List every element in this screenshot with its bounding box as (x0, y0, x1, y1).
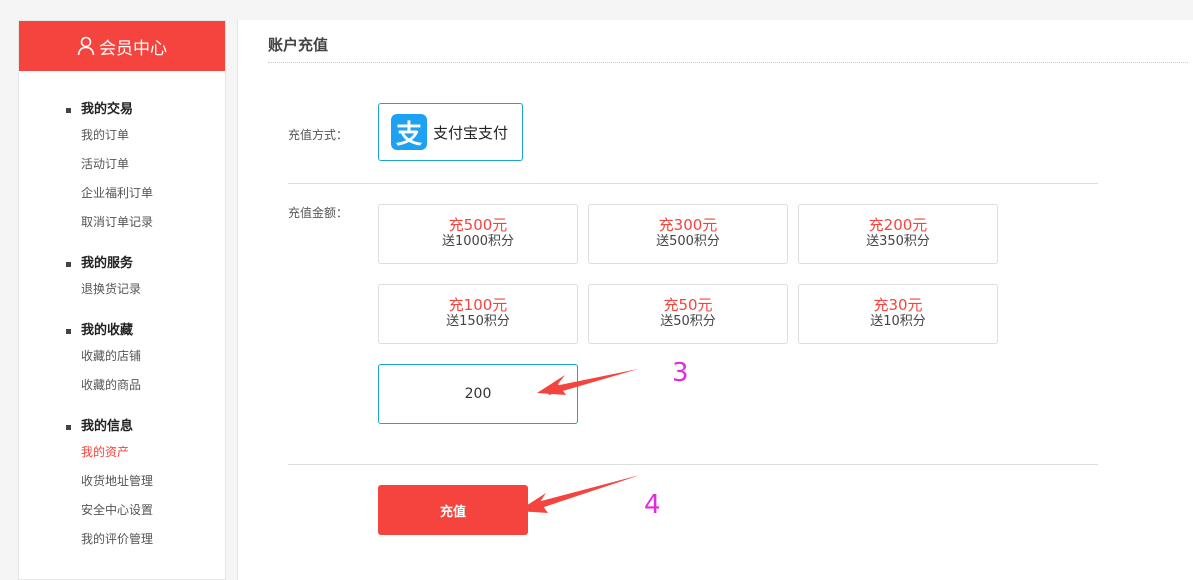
amount-value: 充200元 (868, 216, 928, 234)
user-icon (77, 36, 95, 56)
nav-group-service: 我的服务 退换货记录 (19, 253, 225, 304)
title-divider (268, 62, 1188, 63)
amount-option-500[interactable]: 充500元 送1000积分 (378, 204, 578, 264)
amount-value: 充500元 (448, 216, 508, 234)
nav-group-favorites: 我的收藏 收藏的店铺 收藏的商品 (19, 320, 225, 400)
section-divider (288, 183, 1098, 184)
nav-group-title: 我的服务 (19, 253, 225, 275)
amount-option-300[interactable]: 充300元 送500积分 (588, 204, 788, 264)
nav-group-label: 我的交易 (81, 102, 134, 117)
recharge-panel: 账户充值 充值方式： 支 支付宝支付 充值金额： 充500元 送1000积分 充… (237, 20, 1193, 580)
pay-method-label: 充值方式： (288, 128, 349, 142)
recharge-button[interactable]: 充值 (378, 485, 528, 535)
nav-group-label: 我的收藏 (81, 323, 134, 338)
amount-label: 充值金额： (288, 206, 349, 220)
square-bullet-icon (66, 108, 71, 113)
nav-group-trade: 我的交易 我的订单 活动订单 企业福利订单 取消订单记录 (19, 99, 225, 237)
sidebar-item-my-orders[interactable]: 我的订单 (19, 121, 225, 150)
alipay-option[interactable]: 支 支付宝支付 (378, 103, 523, 161)
amount-option-100[interactable]: 充100元 送150积分 (378, 284, 578, 344)
square-bullet-icon (66, 329, 71, 334)
nav-group-title: 我的交易 (19, 99, 225, 121)
square-bullet-icon (66, 262, 71, 267)
amount-value: 充100元 (448, 296, 508, 314)
nav-group-label: 我的信息 (81, 419, 134, 434)
amount-option-50[interactable]: 充50元 送50积分 (588, 284, 788, 344)
sidebar-item-returns[interactable]: 退换货记录 (19, 275, 225, 304)
page-title: 账户充值 (268, 36, 329, 54)
sidebar-header: 会员中心 (19, 21, 225, 71)
nav-group-title: 我的收藏 (19, 320, 225, 342)
square-bullet-icon (66, 425, 71, 430)
nav-group-label: 我的服务 (81, 256, 134, 271)
sidebar-nav: 我的交易 我的订单 活动订单 企业福利订单 取消订单记录 我的服务 退换货记录 … (19, 71, 225, 554)
step-number-4: 4 (644, 490, 661, 520)
amount-bonus: 送500积分 (656, 234, 720, 249)
amount-bonus: 送1000积分 (441, 234, 515, 249)
nav-group-title: 我的信息 (19, 416, 225, 438)
sidebar-item-reviews[interactable]: 我的评价管理 (19, 525, 225, 554)
sidebar-item-addresses[interactable]: 收货地址管理 (19, 467, 225, 496)
sidebar-item-welfare-orders[interactable]: 企业福利订单 (19, 179, 225, 208)
amount-option-30[interactable]: 充30元 送10积分 (798, 284, 998, 344)
amount-value: 充300元 (658, 216, 718, 234)
sidebar-item-activity-orders[interactable]: 活动订单 (19, 150, 225, 179)
amount-option-200[interactable]: 充200元 送350积分 (798, 204, 998, 264)
amount-bonus: 送150积分 (446, 314, 510, 329)
amount-value: 充50元 (663, 296, 713, 314)
member-sidebar: 会员中心 我的交易 我的订单 活动订单 企业福利订单 取消订单记录 我的服务 退… (18, 20, 226, 580)
amount-bonus: 送50积分 (660, 314, 716, 329)
sidebar-item-my-assets[interactable]: 我的资产 (19, 438, 225, 467)
alipay-icon: 支 (391, 114, 427, 150)
sidebar-item-fav-shops[interactable]: 收藏的店铺 (19, 342, 225, 371)
sidebar-item-fav-products[interactable]: 收藏的商品 (19, 371, 225, 400)
amount-bonus: 送10积分 (870, 314, 926, 329)
step-number-3: 3 (672, 358, 689, 388)
sidebar-item-cancelled-orders[interactable]: 取消订单记录 (19, 208, 225, 237)
amount-bonus: 送350积分 (866, 234, 930, 249)
amount-value: 充30元 (873, 296, 923, 314)
pay-option-label: 支付宝支付 (433, 123, 509, 142)
section-divider (288, 464, 1098, 465)
sidebar-item-security[interactable]: 安全中心设置 (19, 496, 225, 525)
custom-amount-input[interactable] (378, 364, 578, 424)
sidebar-title: 会员中心 (99, 38, 167, 59)
nav-group-info: 我的信息 我的资产 收货地址管理 安全中心设置 我的评价管理 (19, 416, 225, 554)
